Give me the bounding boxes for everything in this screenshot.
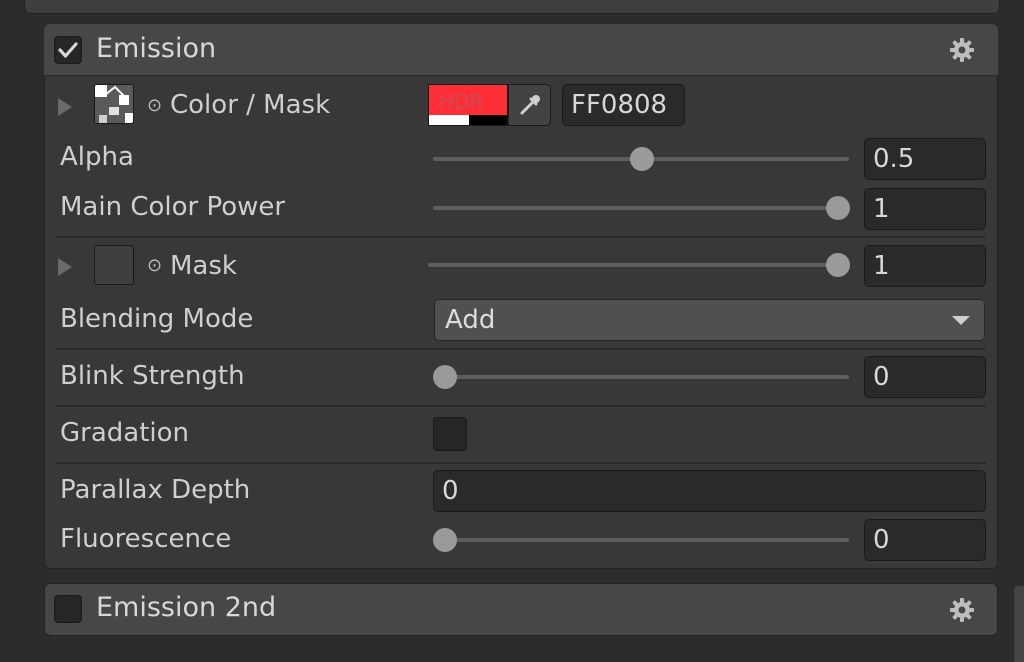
- alpha-slider-thumb[interactable]: [630, 147, 654, 171]
- alpha-bar-white: [429, 115, 469, 125]
- emission-2nd-enable-checkbox[interactable]: [54, 595, 82, 623]
- color-mask-label: Color / Mask: [170, 90, 331, 120]
- mask-texture-thumbnail[interactable]: [94, 245, 134, 285]
- eyedropper-icon: [520, 95, 540, 115]
- main-color-power-label: Main Color Power: [60, 192, 286, 222]
- gradation-checkbox[interactable]: [433, 417, 467, 451]
- divider: [56, 348, 986, 350]
- fluorescence-label: Fluorescence: [60, 524, 232, 554]
- parallax-depth-label: Parallax Depth: [60, 475, 251, 505]
- object-picker-icon[interactable]: ⊙: [147, 95, 162, 116]
- alpha-label: Alpha: [60, 142, 134, 172]
- triangle-right-icon[interactable]: [58, 258, 72, 276]
- mask-value-field[interactable]: 1: [864, 245, 986, 287]
- fluorescence-value-field[interactable]: 0: [864, 519, 986, 561]
- gear-icon[interactable]: [949, 597, 975, 623]
- hdr-color-swatch[interactable]: HDR: [428, 84, 508, 126]
- divider: [56, 462, 986, 464]
- fluorescence-slider-track[interactable]: [433, 538, 849, 542]
- hdr-label: HDR: [439, 90, 484, 114]
- blending-mode-dropdown[interactable]: Add: [434, 299, 985, 341]
- blink-strength-slider-thumb[interactable]: [433, 365, 457, 389]
- divider: [56, 405, 986, 407]
- blending-mode-label: Blending Mode: [60, 304, 254, 334]
- blink-strength-slider-track[interactable]: [433, 375, 849, 379]
- divider: [56, 236, 986, 238]
- blink-strength-label: Blink Strength: [60, 361, 245, 391]
- gear-icon[interactable]: [949, 37, 975, 63]
- eyedropper-button[interactable]: [508, 84, 551, 126]
- fluorescence-slider-thumb[interactable]: [433, 528, 457, 552]
- emission-title: Emission: [96, 33, 217, 64]
- checkmark-icon: [58, 42, 78, 58]
- previous-section-footer: [24, 0, 1000, 14]
- alpha-bar-black: [469, 115, 507, 125]
- mask-slider-thumb[interactable]: [826, 253, 850, 277]
- emission-enable-checkbox[interactable]: [54, 36, 82, 64]
- scrollbar[interactable]: [1014, 586, 1024, 662]
- main-color-power-slider-thumb[interactable]: [826, 196, 850, 220]
- emission-2nd-title: Emission 2nd: [96, 592, 277, 623]
- color-mask-texture-thumbnail[interactable]: [94, 84, 134, 124]
- blink-strength-value-field[interactable]: 0: [864, 356, 986, 398]
- gradation-label: Gradation: [60, 418, 190, 448]
- blending-mode-value: Add: [445, 305, 496, 335]
- mask-label: Mask: [170, 251, 237, 281]
- parallax-depth-field[interactable]: 0: [433, 470, 986, 512]
- main-color-power-slider-track[interactable]: [433, 206, 849, 210]
- gear-icon[interactable]: [965, 0, 981, 5]
- triangle-right-icon[interactable]: [58, 98, 72, 116]
- alpha-value-field[interactable]: 0.5: [864, 138, 986, 180]
- object-picker-icon[interactable]: ⊙: [147, 255, 162, 276]
- mask-slider-track[interactable]: [428, 263, 849, 267]
- chevron-down-icon: [952, 316, 970, 325]
- texture-preview-icon: [95, 85, 133, 123]
- main-color-power-value-field[interactable]: 1: [864, 188, 986, 230]
- color-hex-field[interactable]: FF0808: [562, 84, 685, 126]
